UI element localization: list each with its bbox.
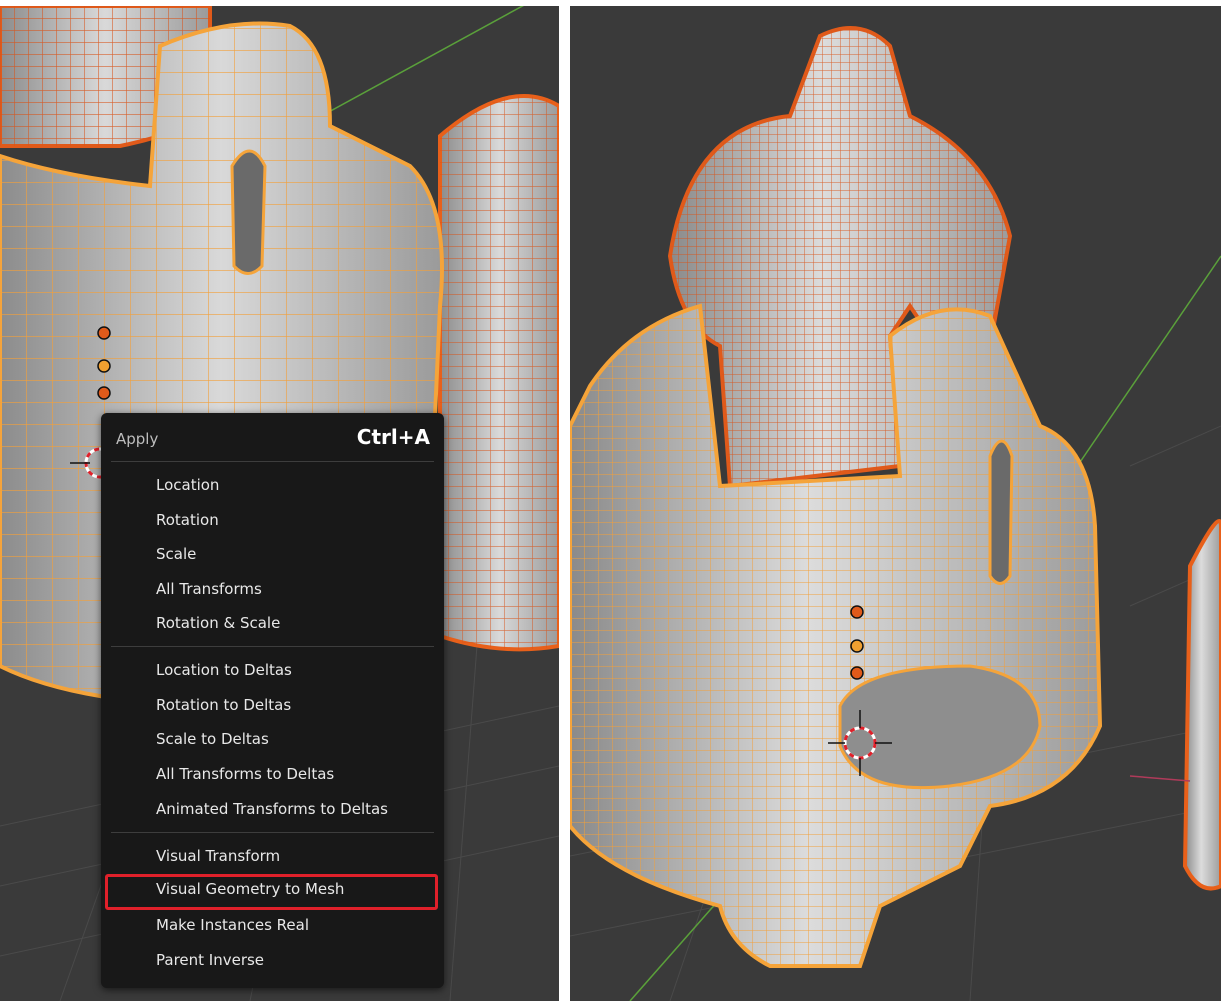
menu-item-rotation[interactable]: Rotation bbox=[106, 505, 439, 535]
menu-item-make-instances-real[interactable]: Make Instances Real bbox=[106, 910, 439, 940]
viewport-right-scene bbox=[570, 26, 1221, 1001]
menu-divider bbox=[111, 461, 434, 462]
menu-item-parent-inverse[interactable]: Parent Inverse bbox=[106, 945, 439, 975]
object-origin-icon bbox=[850, 605, 864, 680]
menu-divider bbox=[111, 646, 434, 647]
menu-item-location[interactable]: Location bbox=[106, 470, 439, 500]
menu-item-rotation-scale[interactable]: Rotation & Scale bbox=[106, 608, 439, 638]
menu-item-all-transforms[interactable]: All Transforms bbox=[106, 574, 439, 604]
menu-item-scale[interactable]: Scale bbox=[106, 539, 439, 569]
viewport-left[interactable]: Apply Ctrl+A Location Rotation Scale All… bbox=[0, 6, 559, 1001]
object-origin-icon bbox=[97, 326, 111, 400]
apply-menu: Apply Ctrl+A Location Rotation Scale All… bbox=[101, 413, 444, 988]
menu-item-all-transforms-to-deltas[interactable]: All Transforms to Deltas bbox=[106, 759, 439, 789]
menu-item-visual-geometry-to-mesh[interactable]: Visual Geometry to Mesh bbox=[105, 874, 438, 910]
menu-item-rotation-to-deltas[interactable]: Rotation to Deltas bbox=[106, 690, 439, 720]
menu-shortcut: Ctrl+A bbox=[356, 425, 430, 449]
menu-title: Apply bbox=[116, 430, 159, 448]
menu-item-animated-transforms-to-deltas[interactable]: Animated Transforms to Deltas bbox=[106, 794, 439, 824]
menu-divider bbox=[111, 832, 434, 833]
menu-item-location-to-deltas[interactable]: Location to Deltas bbox=[106, 655, 439, 685]
viewport-right[interactable] bbox=[570, 6, 1221, 1001]
menu-item-visual-transform[interactable]: Visual Transform bbox=[106, 841, 439, 871]
menu-item-scale-to-deltas[interactable]: Scale to Deltas bbox=[106, 724, 439, 754]
